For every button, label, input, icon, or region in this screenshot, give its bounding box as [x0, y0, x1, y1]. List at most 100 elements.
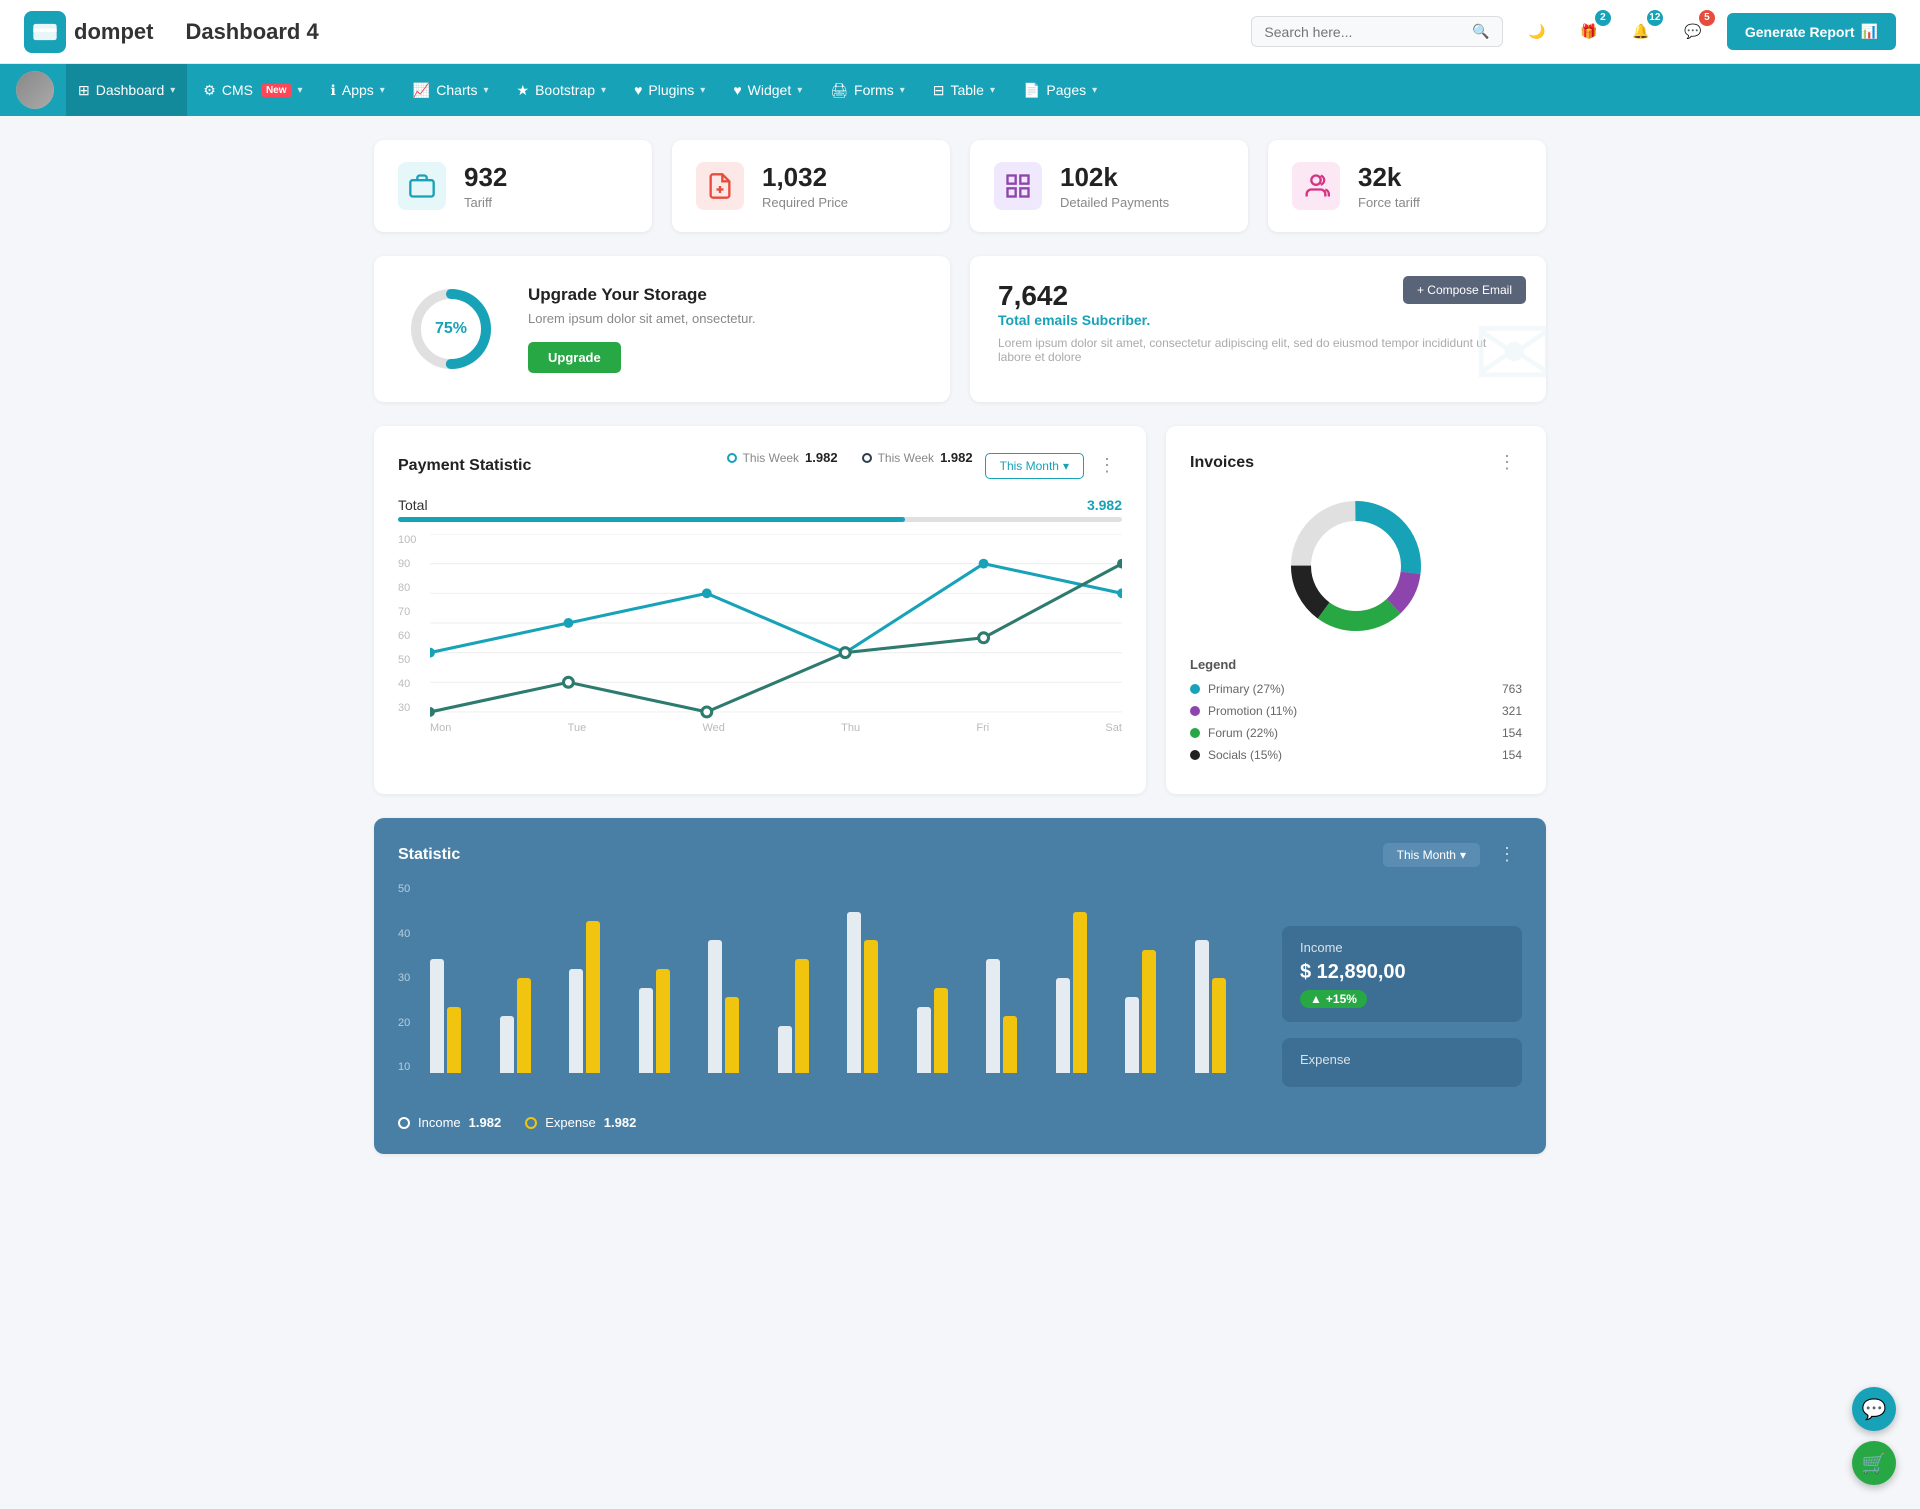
cart-fab-button[interactable]: 🛒 [1852, 1441, 1896, 1485]
payment-options-button[interactable]: ⋮ [1092, 453, 1122, 478]
bar-white [1056, 978, 1070, 1073]
bar-yellow [447, 1007, 461, 1074]
nav-item-bootstrap[interactable]: ★ Bootstrap ▾ [505, 64, 619, 116]
nav-item-charts[interactable]: 📈 Charts ▾ [401, 64, 501, 116]
chart-y-labels: 100 90 80 70 60 50 40 30 [398, 534, 416, 734]
bootstrap-icon: ★ [517, 82, 530, 99]
legend-label-2: This Week [878, 451, 934, 465]
chat-fab-button[interactable]: 💬 [1852, 1387, 1896, 1431]
upgrade-button[interactable]: Upgrade [528, 342, 621, 373]
bar-group [1056, 912, 1120, 1074]
logo-icon [24, 11, 66, 53]
bar-group [1195, 940, 1259, 1073]
header-right: 🔍 🌙 🎁2 🔔12 💬5 Generate Report 📊 [1251, 13, 1896, 50]
search-box[interactable]: 🔍 [1251, 16, 1502, 47]
nav-item-forms[interactable]: 🖨 Forms ▾ [818, 64, 916, 116]
nav-item-table[interactable]: ⊟ Table ▾ [921, 64, 1007, 116]
legend-item-2: This Week 1.982 [862, 450, 973, 465]
bar-yellow [1142, 950, 1156, 1074]
payment-progress-bar [398, 517, 1122, 522]
line-chart-area: 100 90 80 70 60 50 40 30 [398, 534, 1122, 734]
stat-card-force-tariff: 32k Force tariff [1268, 140, 1546, 232]
bar-yellow [1073, 912, 1087, 1074]
message-icon[interactable]: 💬5 [1675, 14, 1711, 50]
chart-x-labels: Mon Tue Wed Thu Fri Sat [430, 722, 1122, 734]
cms-new-badge: New [261, 84, 292, 97]
expense-legend-value: 1.982 [604, 1115, 637, 1130]
chevron-down-icon: ▾ [700, 85, 705, 96]
chevron-down-icon: ▾ [1063, 459, 1069, 473]
bar-yellow [517, 978, 531, 1073]
nav-item-widget[interactable]: ♥ Widget ▾ [721, 64, 814, 116]
logo-text: dompet [74, 19, 153, 45]
statistic-month-filter-button[interactable]: This Month ▾ [1383, 843, 1480, 867]
income-legend-label: Income [418, 1115, 461, 1130]
bar-white [639, 988, 653, 1074]
theme-toggle[interactable]: 🌙 [1519, 14, 1555, 50]
invoices-options-button[interactable]: ⋮ [1492, 450, 1522, 475]
gift-badge: 2 [1595, 10, 1611, 26]
chevron-down-icon: ▾ [1460, 848, 1466, 862]
stat-y-labels: 50 40 30 20 10 [398, 883, 410, 1073]
bar-yellow [1003, 1016, 1017, 1073]
this-month-filter-button[interactable]: This Month ▾ [985, 453, 1084, 479]
payment-legend: This Week 1.982 This Week 1.982 [727, 450, 973, 465]
notification-icon[interactable]: 🔔12 [1623, 14, 1659, 50]
bar-white [986, 959, 1000, 1073]
legend-val-2: 1.982 [940, 450, 973, 465]
stat-cards-row: 932 Tariff 1,032 Required Price 102k Det… [374, 140, 1546, 232]
detailed-payments-value: 102k [1060, 162, 1169, 193]
storage-title: Upgrade Your Storage [528, 285, 756, 305]
bar-group [708, 940, 772, 1073]
detailed-payments-label: Detailed Payments [1060, 195, 1169, 210]
logo[interactable]: dompet [24, 11, 153, 53]
nav-label-apps: Apps [342, 82, 374, 98]
total-label: Total [398, 497, 428, 513]
legend-dot-1 [727, 453, 737, 463]
nav-label-forms: Forms [854, 82, 894, 98]
chevron-down-icon: ▾ [380, 85, 385, 96]
bar-group [639, 969, 703, 1074]
user-avatar[interactable] [16, 71, 54, 109]
nav-item-cms[interactable]: ⚙ CMS New ▾ [191, 64, 314, 116]
plugins-icon: ♥ [634, 82, 642, 98]
statistic-title: Statistic [398, 846, 460, 864]
generate-report-button[interactable]: Generate Report 📊 [1727, 13, 1896, 50]
nav-item-apps[interactable]: ℹ Apps ▾ [319, 64, 397, 116]
bar-white [430, 959, 444, 1073]
storage-percent: 75% [435, 320, 467, 338]
price-icon [696, 162, 744, 210]
legend-label-1: This Week [743, 451, 799, 465]
invoices-card-header: Invoices ⋮ [1190, 450, 1522, 475]
forum-value: 154 [1502, 726, 1522, 740]
storage-info: Upgrade Your Storage Lorem ipsum dolor s… [528, 285, 756, 373]
charts-icon: 📈 [413, 82, 430, 99]
bar-yellow [586, 921, 600, 1073]
bar-yellow [795, 959, 809, 1073]
income-legend-dot [398, 1117, 410, 1129]
dashboard-icon: ⊞ [78, 82, 90, 99]
invoices-donut-svg [1281, 491, 1431, 641]
search-input[interactable] [1264, 24, 1464, 40]
legend-dot-2 [862, 453, 872, 463]
search-icon: 🔍 [1472, 23, 1489, 40]
nav-item-pages[interactable]: 📄 Pages ▾ [1011, 64, 1109, 116]
income-box: Income $ 12,890,00 ▲ +15% [1282, 926, 1522, 1022]
invoices-title: Invoices [1190, 454, 1254, 472]
charts-row: Payment Statistic This Week 1.982 This W… [374, 426, 1546, 794]
bar-group [847, 912, 911, 1074]
nav-label-dashboard: Dashboard [96, 82, 165, 98]
promotion-label: Promotion (11%) [1208, 704, 1297, 718]
income-label: Income [1300, 940, 1504, 955]
nav-label-table: Table [950, 82, 983, 98]
forum-dot [1190, 728, 1200, 738]
bar-group [917, 988, 981, 1074]
legend-row-primary: Primary (27%) 763 [1190, 682, 1522, 696]
nav-item-plugins[interactable]: ♥ Plugins ▾ [622, 64, 717, 116]
gift-icon[interactable]: 🎁2 [1571, 14, 1607, 50]
page-title: Dashboard 4 [185, 19, 318, 45]
bar-yellow [934, 988, 948, 1074]
nav-item-dashboard[interactable]: ⊞ Dashboard ▾ [66, 64, 187, 116]
statistic-options-button[interactable]: ⋮ [1492, 842, 1522, 867]
promotion-dot [1190, 706, 1200, 716]
